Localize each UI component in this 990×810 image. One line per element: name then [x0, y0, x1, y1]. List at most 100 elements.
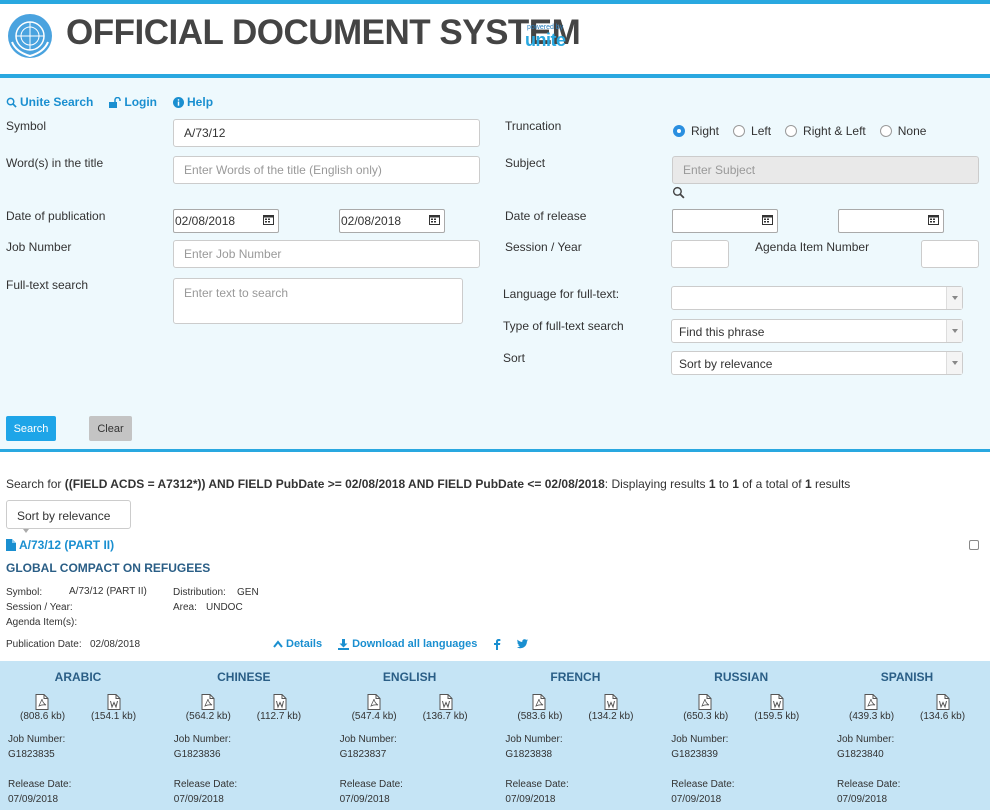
pubdate-to-input[interactable]: 02/08/2018	[339, 209, 445, 233]
release-date-value: 07/09/2018	[8, 794, 59, 805]
un-emblem-logo[interactable]	[6, 12, 54, 60]
job-number-input[interactable]	[173, 240, 480, 268]
details-label: Details	[286, 638, 323, 650]
job-number-value: G1823837	[339, 749, 387, 760]
symbol-input[interactable]	[173, 119, 480, 147]
release-from-input[interactable]	[672, 209, 778, 233]
pubdate-from-input[interactable]: 02/08/2018	[173, 209, 279, 233]
radio-dot[interactable]	[879, 125, 892, 137]
meta-session-label: Session / Year:	[6, 602, 73, 613]
word-file-icon[interactable]	[439, 694, 453, 710]
pdf-file-size[interactable]: (547.4 kb)	[352, 711, 397, 722]
word-file-size[interactable]: (154.1 kb)	[91, 711, 136, 722]
twitter-icon[interactable]	[517, 639, 529, 649]
summary-query: ((FIELD ACDS = A7312*)) AND FIELD PubDat…	[64, 477, 605, 491]
lang-fulltext-select[interactable]	[671, 286, 963, 310]
details-link[interactable]: Details	[273, 638, 322, 650]
job-number-value: G1823840	[837, 749, 884, 760]
results-sort-label: Sort by relevance	[17, 509, 111, 523]
pdf-file-icon[interactable]	[532, 694, 546, 710]
pdf-file-size[interactable]: (583.6 kb)	[517, 711, 562, 722]
pdf-file-size[interactable]: (650.3 kb)	[683, 711, 728, 722]
chevron-down-icon[interactable]	[946, 320, 962, 342]
fulltext-textarea[interactable]	[173, 278, 463, 324]
calendar-icon[interactable]	[928, 214, 939, 225]
type-fulltext-select[interactable]: Find this phrase	[671, 319, 963, 343]
download-all-link[interactable]: Download all languages	[338, 638, 477, 650]
chevron-up-icon	[273, 640, 283, 648]
pdf-file-icon[interactable]	[35, 694, 49, 710]
languages-panel: ARABIC (808.6 kb) (154.1 kb) Job Number: G18…	[0, 661, 990, 810]
truncation-label: Truncation	[505, 119, 562, 133]
word-file-icon[interactable]	[273, 694, 287, 710]
word-file-icon[interactable]	[604, 694, 618, 710]
result-select-checkbox[interactable]	[969, 540, 979, 550]
results-sort-dropdown[interactable]: Sort by relevance	[6, 500, 131, 533]
language-name: FRENCH	[550, 670, 601, 684]
language-column: ARABIC (808.6 kb) (154.1 kb) Job Number: G18…	[0, 661, 165, 810]
download-all-label: Download all languages	[352, 638, 478, 650]
radio-label: Left	[751, 124, 772, 138]
help-label: Help	[187, 95, 214, 109]
search-icon	[6, 97, 17, 108]
subject-search-icon[interactable]	[672, 186, 685, 199]
pdf-file-icon[interactable]	[698, 694, 712, 710]
login-link[interactable]: Login	[109, 95, 157, 109]
word-file-icon[interactable]	[107, 694, 121, 710]
word-file-icon[interactable]	[770, 694, 784, 710]
radio-dot[interactable]	[733, 125, 746, 137]
language-column: CHINESE (564.2 kb) (112.7 kb) Job Number: G1…	[166, 661, 331, 810]
summary-mid: : Displaying results	[604, 477, 709, 491]
agenda-item-input[interactable]	[921, 240, 979, 268]
pdf-file-icon[interactable]	[201, 694, 215, 710]
document-link[interactable]: A/73/12 (PART II)	[6, 538, 114, 552]
help-link[interactable]: Help	[173, 95, 213, 109]
release-to-input[interactable]	[838, 209, 944, 233]
release-date-label: Date of release	[505, 209, 587, 223]
radio-dot[interactable]	[673, 125, 685, 137]
title-words-input[interactable]	[173, 156, 480, 184]
pdf-file-size[interactable]: (439.3 kb)	[849, 711, 894, 722]
session-year-label: Session / Year	[505, 240, 582, 254]
calendar-icon[interactable]	[429, 214, 440, 225]
file-icon	[6, 539, 16, 551]
pdf-file-icon[interactable]	[864, 694, 878, 710]
unite-search-link[interactable]: Unite Search	[6, 95, 93, 109]
summary-results-word: results	[811, 477, 851, 491]
pubdate-to-value: 02/08/2018	[341, 214, 402, 228]
summary-prefix: Search for	[6, 477, 65, 491]
facebook-icon[interactable]	[493, 638, 501, 650]
pubdate-from-value: 02/08/2018	[175, 214, 236, 228]
truncation-left-radio[interactable]: Left	[733, 124, 771, 138]
word-file-size[interactable]: (134.2 kb)	[588, 711, 633, 722]
calendar-icon[interactable]	[263, 214, 274, 225]
pdf-file-size[interactable]: (808.6 kb)	[20, 711, 65, 722]
meta-distribution-value: GEN	[237, 587, 259, 598]
word-file-size[interactable]: (134.6 kb)	[920, 711, 965, 722]
word-file-size[interactable]: (112.7 kb)	[257, 711, 301, 722]
word-file-size[interactable]: (136.7 kb)	[423, 711, 468, 722]
job-number-label: Job Number:	[8, 734, 66, 745]
truncation-none-radio[interactable]: None	[879, 124, 926, 138]
truncation-right-radio[interactable]: Right	[673, 124, 719, 138]
calendar-icon[interactable]	[762, 214, 773, 225]
type-fulltext-value: Find this phrase	[679, 325, 765, 339]
publication-date: Publication Date: 02/08/2018	[6, 639, 140, 650]
job-number-label: Job Number:	[837, 734, 895, 745]
pdf-file-size[interactable]: (564.2 kb)	[186, 711, 231, 722]
clear-button[interactable]: Clear	[89, 416, 132, 441]
search-button[interactable]: Search	[6, 416, 56, 441]
chevron-down-icon[interactable]	[946, 287, 962, 309]
job-number-label: Job Number	[6, 240, 72, 254]
word-file-icon[interactable]	[936, 694, 950, 710]
pdf-file-icon[interactable]	[367, 694, 381, 710]
session-year-input[interactable]	[671, 240, 729, 268]
release-date-value: 07/09/2018	[671, 794, 722, 805]
chevron-down-icon[interactable]	[946, 352, 962, 374]
sort-select[interactable]: Sort by relevance	[671, 351, 963, 375]
word-file-size[interactable]: (159.5 kb)	[754, 711, 799, 722]
radio-dot[interactable]	[785, 125, 798, 137]
search-panel-divider	[0, 449, 990, 452]
truncation-both-radio[interactable]: Right & Left	[785, 124, 866, 138]
subject-input[interactable]	[672, 156, 979, 184]
